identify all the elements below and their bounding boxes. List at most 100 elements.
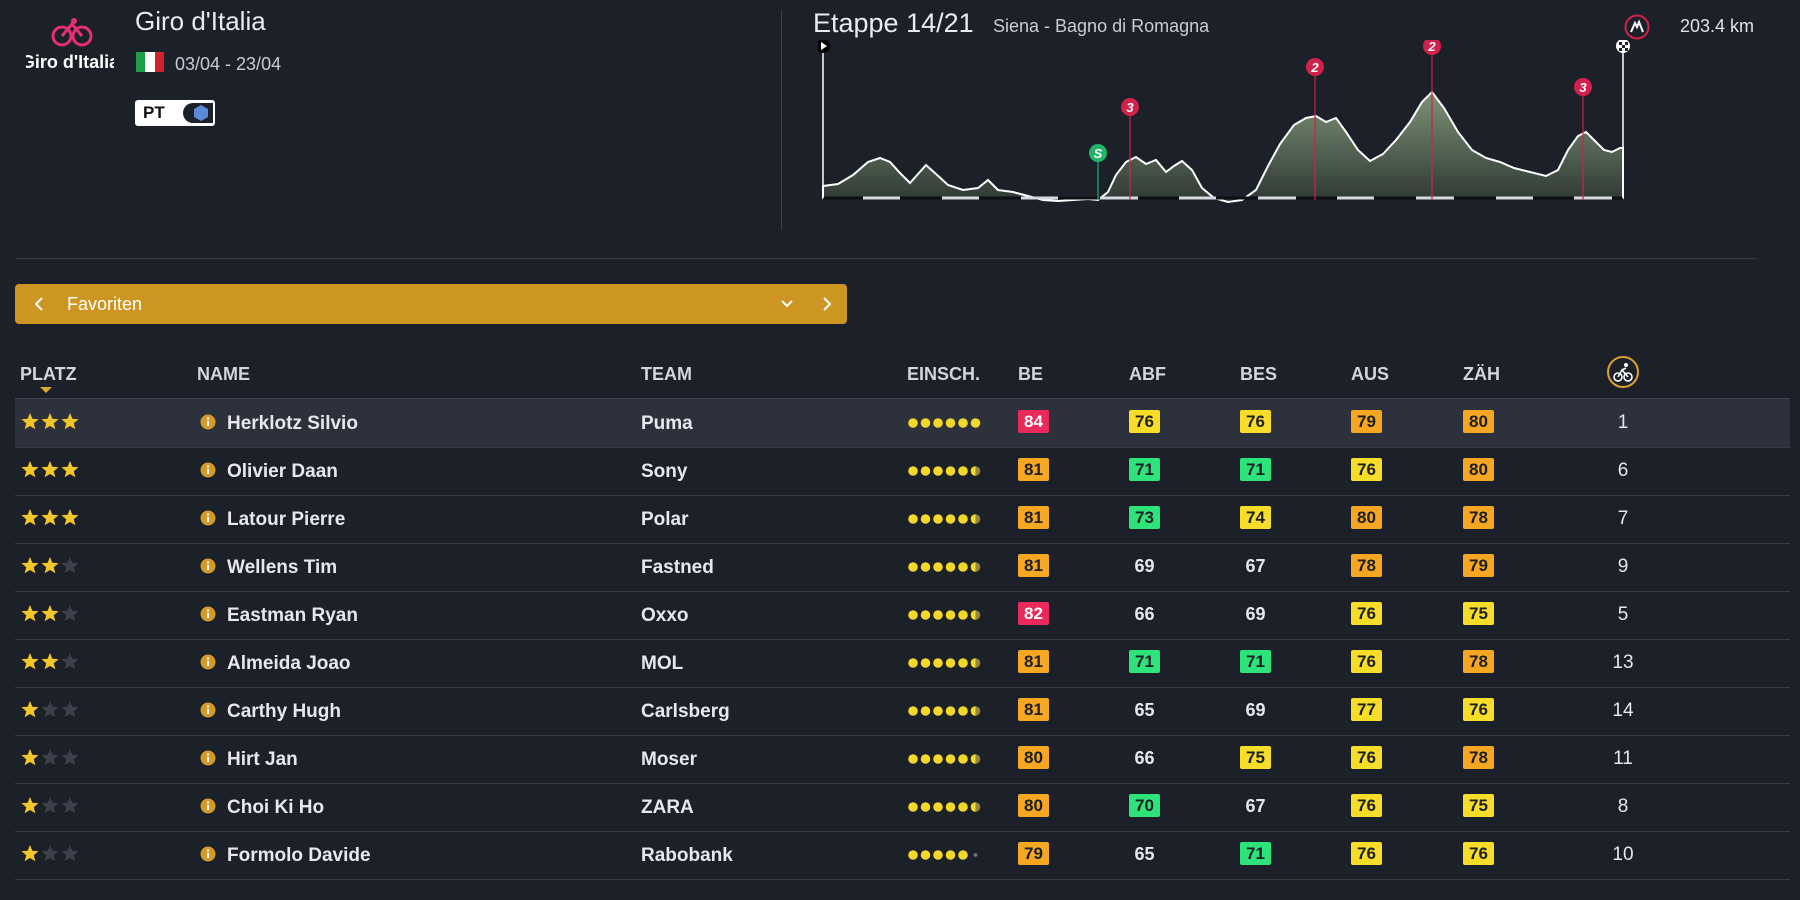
star-rating	[21, 605, 79, 622]
rating-dot	[920, 610, 931, 620]
rating-half-dot	[970, 706, 976, 716]
stat-be: 81	[1018, 650, 1049, 673]
table-row[interactable]: Choi Ki Ho ZARA 80 70 67 76 75 8	[15, 783, 1790, 832]
star-icon	[41, 701, 59, 718]
table-row[interactable]: Wellens Tim Fastned 81 69 67 78 79 9	[15, 543, 1790, 592]
chevron-down-icon[interactable]	[777, 292, 797, 316]
info-icon[interactable]	[200, 654, 216, 670]
rating-dots	[908, 802, 981, 812]
stat-abf: 65	[1134, 700, 1155, 720]
stat-bes: 71	[1240, 650, 1271, 673]
finish-flag-icon	[1616, 40, 1630, 53]
stat-abf: 70	[1129, 794, 1160, 817]
cyclist-icon[interactable]	[1607, 356, 1639, 388]
star-icon	[21, 653, 39, 670]
rating-dot	[973, 853, 978, 857]
stat-aus: 80	[1351, 506, 1382, 529]
stat-abf: 71	[1129, 650, 1160, 673]
stat-zah: 80	[1463, 410, 1494, 433]
rating-dot	[945, 802, 956, 812]
stage-distance: 203.4 km	[1680, 16, 1755, 36]
stat-zah: 79	[1463, 554, 1494, 577]
stat-abf: 65	[1134, 844, 1155, 864]
star-icon	[61, 509, 79, 526]
column-header-abf[interactable]: ABF	[1129, 364, 1166, 385]
info-icon[interactable]	[200, 510, 216, 526]
flag-stripe-green	[136, 52, 146, 72]
chevron-right-icon[interactable]	[817, 292, 837, 316]
stat-abf: 73	[1129, 506, 1160, 529]
table-row[interactable]: Hirt Jan Moser 80 66 75 76 78 11	[15, 735, 1790, 784]
table-row[interactable]: Olivier Daan Sony 81 71 71 76 80 6	[15, 447, 1790, 496]
rider-name[interactable]: Olivier Daan	[227, 461, 338, 483]
rider-number: 9	[1617, 556, 1629, 577]
rider-name[interactable]: Eastman Ryan	[227, 605, 358, 627]
info-icon[interactable]	[200, 414, 216, 430]
info-icon[interactable]	[200, 606, 216, 622]
info-icon[interactable]	[200, 798, 216, 814]
rider-team: ZARA	[641, 797, 694, 818]
table-row[interactable]: Formolo Davide Rabobank 79 65 71 76 76 10	[15, 831, 1790, 880]
stat-be: 84	[1018, 410, 1049, 433]
start-icon	[818, 40, 830, 53]
table-row[interactable]: Carthy Hugh Carlsberg 81 65 69 77 76 14	[15, 687, 1790, 736]
rider-name[interactable]: Choi Ki Ho	[227, 797, 324, 819]
column-header-zah[interactable]: ZÄH	[1463, 364, 1500, 385]
star-icon	[21, 797, 39, 814]
stat-aus: 76	[1351, 746, 1382, 769]
info-icon[interactable]	[200, 558, 216, 574]
column-header-aus[interactable]: AUS	[1351, 364, 1389, 385]
filter-selector[interactable]: Favoriten	[15, 284, 847, 324]
rating-half-dot	[970, 466, 976, 476]
info-icon[interactable]	[200, 462, 216, 478]
mountain-icon[interactable]	[1624, 14, 1650, 40]
stage-profile-chart[interactable]: S 3 2 2 3	[818, 40, 1758, 230]
section-divider	[15, 258, 1757, 259]
rider-name[interactable]: Carthy Hugh	[227, 701, 341, 723]
rider-name[interactable]: Wellens Tim	[227, 557, 337, 579]
info-icon[interactable]	[200, 702, 216, 718]
info-icon[interactable]	[200, 846, 216, 862]
stage-title: Etappe 14/21	[813, 8, 974, 38]
stat-abf: 71	[1129, 458, 1160, 481]
rider-name[interactable]: Herklotz Silvio	[227, 413, 358, 435]
rating-dot	[920, 850, 931, 860]
rating-dot	[958, 562, 968, 572]
column-header-rank[interactable]: PLATZ	[20, 364, 77, 385]
rating-dot	[958, 706, 968, 716]
table-row[interactable]: Eastman Ryan Oxxo 82 66 69 76 75 5	[15, 591, 1790, 640]
rider-name[interactable]: Latour Pierre	[227, 509, 345, 531]
rider-team: Rabobank	[641, 845, 733, 866]
star-icon	[41, 653, 59, 670]
table-row[interactable]: Latour Pierre Polar 81 73 74 80 78 7	[15, 495, 1790, 544]
star-icon	[21, 749, 39, 766]
column-header-team[interactable]: TEAM	[641, 364, 692, 385]
chevron-left-icon[interactable]	[29, 292, 49, 316]
info-icon[interactable]	[200, 750, 216, 766]
rider-name[interactable]: Almeida Joao	[227, 653, 351, 675]
race-category-badge: PT	[135, 100, 215, 126]
rating-dot	[908, 562, 918, 572]
rider-name[interactable]: Formolo Davide	[227, 845, 371, 867]
rider-name[interactable]: Hirt Jan	[227, 749, 298, 771]
svg-text:2: 2	[1427, 40, 1436, 54]
rider-number: 11	[1613, 748, 1633, 769]
rating-dot	[908, 610, 918, 620]
rider-number: 1	[1617, 412, 1629, 433]
sprint-marker[interactable]: S	[1089, 144, 1107, 200]
star-icon	[61, 605, 79, 622]
rating-dot	[958, 754, 968, 764]
column-header-be[interactable]: BE	[1018, 364, 1043, 385]
rating-dot	[958, 514, 968, 524]
table-row[interactable]: Herklotz Silvio Puma 84 76 76 79 80 1	[15, 399, 1790, 448]
rating-dot	[958, 466, 968, 476]
rating-dot	[945, 418, 956, 428]
column-header-rating[interactable]: EINSCH.	[907, 364, 980, 385]
table-row[interactable]: Almeida Joao MOL 81 71 71 76 78 13	[15, 639, 1790, 688]
rating-dot	[920, 658, 931, 668]
column-header-bes[interactable]: BES	[1240, 364, 1277, 385]
column-header-name[interactable]: NAME	[197, 364, 250, 385]
rating-dot	[945, 850, 956, 860]
star-icon	[61, 461, 79, 478]
stat-bes: 76	[1240, 410, 1271, 433]
